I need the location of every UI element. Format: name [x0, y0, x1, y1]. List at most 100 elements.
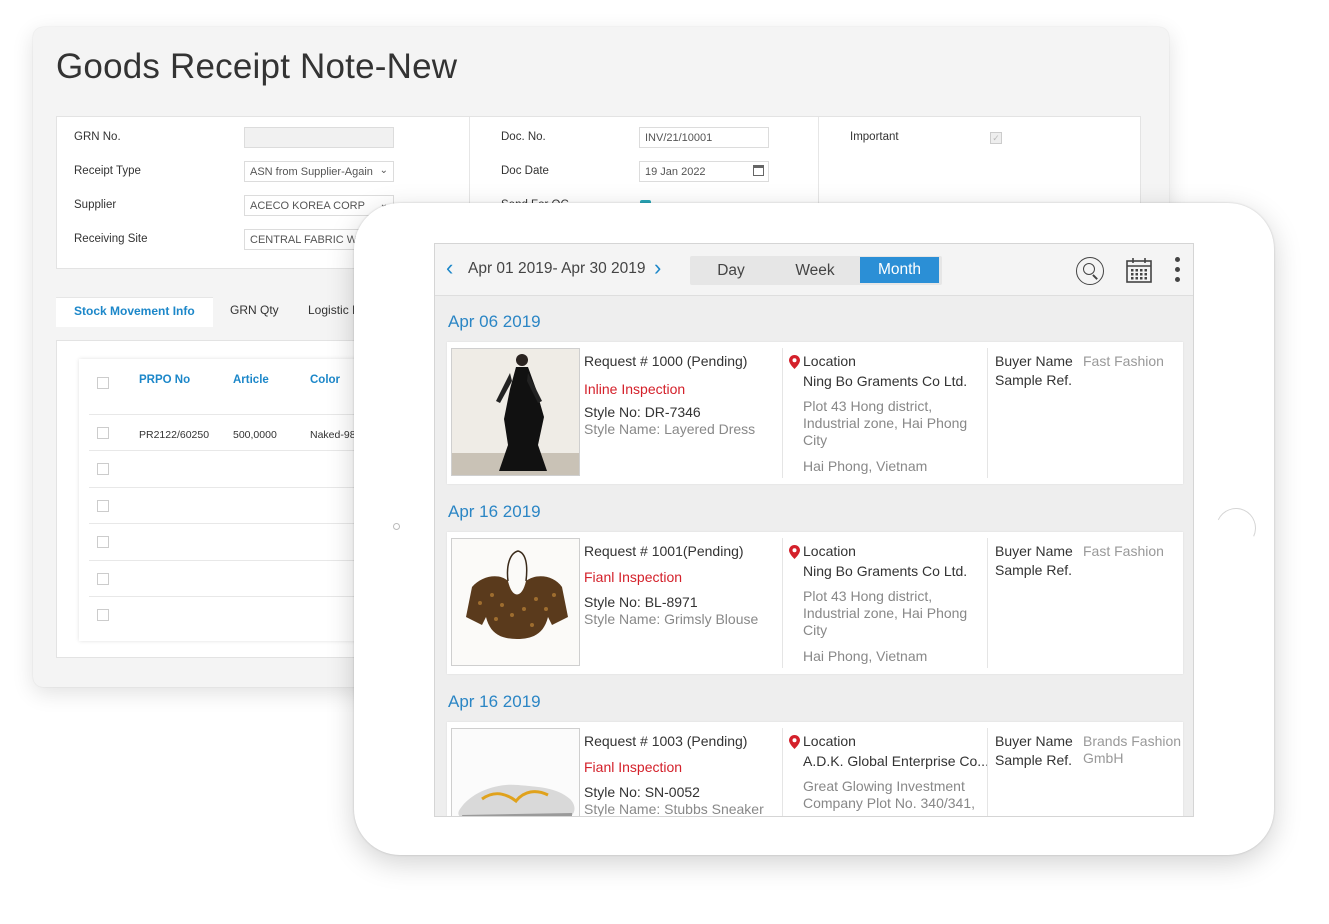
calendar-toolbar: ‹ Apr 01 2019- Apr 30 2019 › Day Week Mo…: [435, 244, 1193, 296]
receipt-type-row: Receipt Type ASN from Supplier-Again ⌄: [57, 161, 469, 183]
location-pin-icon: [789, 735, 800, 749]
day-heading: Apr 16 2019: [448, 692, 541, 711]
cell-prpo-no: PR2122/60250: [139, 429, 210, 441]
sneaker-image: [452, 729, 579, 816]
style-no: Style No: DR-7346: [584, 404, 701, 420]
view-month-button[interactable]: Month: [860, 257, 939, 283]
sample-ref-label: Sample Ref.: [995, 372, 1073, 388]
tab-stock-movement-info[interactable]: Stock Movement Info: [56, 297, 213, 327]
doc-no-label: Doc. No.: [501, 131, 546, 143]
inspection-card[interactable]: Request # 1003 (Pending) Fianl Inspectio…: [447, 722, 1183, 817]
table-grid: PRPO No Article Color PR2122/60250 500,0…: [79, 359, 387, 641]
view-day-button[interactable]: Day: [690, 256, 772, 285]
cell-color: Naked-98: [310, 429, 356, 441]
divider: [782, 348, 783, 478]
table-row[interactable]: PR2122/60250 500,0000 Naked-98: [89, 414, 387, 450]
view-week-button[interactable]: Week: [774, 256, 856, 285]
grn-no-input[interactable]: [244, 127, 394, 148]
table-row[interactable]: [89, 560, 387, 596]
inspection-calendar-screen: ‹ Apr 01 2019- Apr 30 2019 › Day Week Mo…: [434, 243, 1194, 817]
location-pin-icon: [789, 355, 800, 369]
chevron-right-icon[interactable]: ›: [654, 257, 661, 279]
row-checkbox[interactable]: [97, 463, 109, 475]
chevron-left-icon[interactable]: ‹: [446, 257, 453, 279]
chevron-down-icon: ⌄: [379, 165, 388, 176]
divider: [782, 728, 783, 816]
product-thumbnail-dress: [451, 348, 580, 476]
sample-ref-label: Sample Ref.: [995, 562, 1073, 578]
day-heading: Apr 16 2019: [448, 502, 541, 521]
location-company: A.D.K. Global Enterprise Co...: [803, 753, 989, 769]
row-checkbox[interactable]: [97, 609, 109, 621]
location-address: Plot 43 Hong district, Industrial zone, …: [803, 588, 968, 638]
style-name: Style Name: Layered Dress: [584, 421, 756, 437]
receipt-type-select[interactable]: ASN from Supplier-Again ⌄: [244, 161, 394, 182]
doc-no-row: Doc. No. INV/21/10001: [470, 127, 818, 149]
table-row[interactable]: [89, 523, 387, 559]
grn-no-row: GRN No.: [57, 127, 469, 149]
header-color[interactable]: Color: [310, 374, 340, 386]
home-button[interactable]: [1210, 502, 1262, 554]
doc-date-value: 19 Jan 2022: [645, 166, 706, 178]
search-handle: [1092, 274, 1098, 280]
supplier-label: Supplier: [74, 199, 117, 211]
supplier-value: ACECO KOREA CORP: [250, 200, 365, 212]
style-name: Style Name: Grimsly Blouse: [584, 611, 759, 627]
row-checkbox[interactable]: [97, 427, 109, 439]
calendar-icon[interactable]: [1125, 256, 1153, 284]
style-no: Style No: SN-0052: [584, 784, 700, 800]
product-thumbnail-blouse: [451, 538, 580, 666]
request-number: Request # 1000 (Pending): [584, 353, 748, 369]
location-pin-icon: [789, 545, 800, 559]
view-switcher: Day Week Month: [690, 256, 942, 285]
style-no: Style No: BL-8971: [584, 594, 698, 610]
buyer-name-label: Buyer Name: [995, 733, 1073, 749]
calendar-icon[interactable]: [753, 165, 764, 176]
table-row[interactable]: [89, 450, 387, 486]
date-range-label: Apr 01 2019- Apr 30 2019: [468, 260, 646, 277]
location-company: Ning Bo Graments Co Ltd.: [803, 563, 968, 579]
tablet-device: ‹ Apr 01 2019- Apr 30 2019 › Day Week Mo…: [354, 203, 1274, 855]
inspection-card[interactable]: Request # 1001(Pending) Fianl Inspection…: [447, 532, 1183, 674]
inspection-card[interactable]: Request # 1000 (Pending) Inline Inspecti…: [447, 342, 1183, 484]
buyer-name-value: Fast Fashion: [1083, 543, 1164, 559]
camera-icon: [393, 523, 400, 530]
product-thumbnail-sneaker: [451, 728, 580, 816]
receipt-type-label: Receipt Type: [74, 165, 141, 177]
row-checkbox[interactable]: [97, 500, 109, 512]
doc-date-label: Doc Date: [501, 165, 549, 177]
request-number: Request # 1003 (Pending): [584, 733, 748, 749]
search-icon[interactable]: [1076, 257, 1104, 285]
row-checkbox[interactable]: [97, 536, 109, 548]
more-vertical-icon[interactable]: [1175, 257, 1181, 285]
divider: [782, 538, 783, 668]
style-name: Style Name: Stubbs Sneaker: [584, 801, 764, 817]
important-label: Important: [850, 131, 899, 143]
buyer-name-label: Buyer Name: [995, 543, 1073, 559]
doc-date-input[interactable]: 19 Jan 2022: [639, 161, 769, 182]
inspection-type: Fianl Inspection: [584, 759, 683, 775]
divider: [987, 348, 988, 478]
location-company: Ning Bo Graments Co Ltd.: [803, 373, 968, 389]
table-row[interactable]: [89, 596, 387, 632]
day-heading: Apr 06 2019: [448, 312, 541, 331]
location-address: Plot 43 Hong district, Industrial zone, …: [803, 398, 968, 448]
header-prpo-no[interactable]: PRPO No: [139, 374, 190, 386]
important-row: Important ✓: [819, 127, 1142, 149]
inspection-type: Inline Inspection: [584, 381, 686, 397]
select-all-checkbox[interactable]: [97, 377, 109, 389]
header-article[interactable]: Article: [233, 374, 269, 386]
request-number: Request # 1001(Pending): [584, 543, 744, 559]
location-city: Hai Phong, Vietnam: [803, 458, 928, 474]
tab-grn-qty[interactable]: GRN Qty: [212, 297, 297, 327]
page-title: Goods Receipt Note-New: [56, 47, 458, 86]
important-checkbox[interactable]: ✓: [990, 132, 1002, 144]
blouse-image: [452, 539, 579, 665]
receipt-type-value: ASN from Supplier-Again: [250, 166, 373, 178]
doc-no-input[interactable]: INV/21/10001: [639, 127, 769, 148]
location-label: Location: [803, 733, 856, 749]
table-row[interactable]: [89, 487, 387, 523]
row-checkbox[interactable]: [97, 573, 109, 585]
location-city: Hai Phong, Vietnam: [803, 648, 928, 664]
buyer-name-label: Buyer Name: [995, 353, 1073, 369]
